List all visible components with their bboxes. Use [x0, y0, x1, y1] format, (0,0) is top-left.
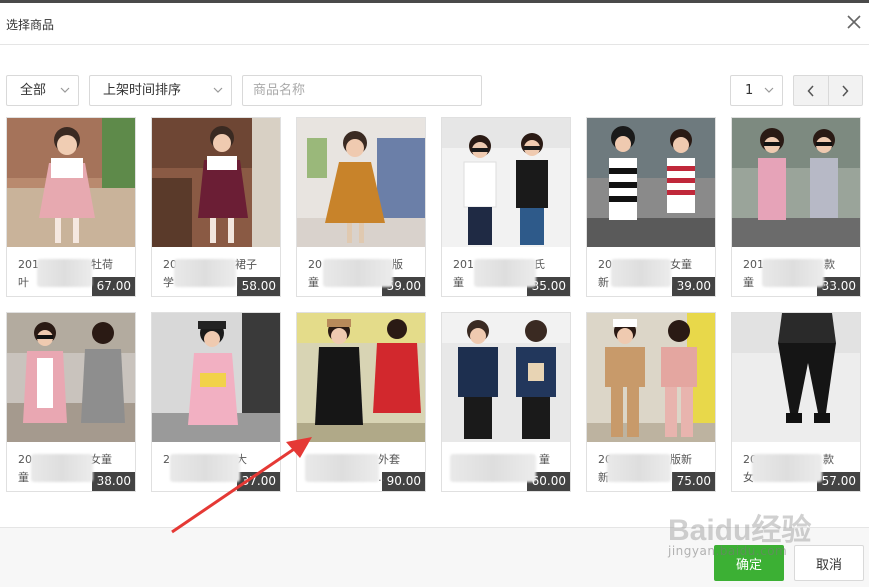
product-image — [7, 313, 135, 442]
product-card[interactable]: 67.00 201 牡荷 叶… — [6, 117, 136, 297]
redacted-text — [37, 259, 92, 287]
redacted-text — [174, 259, 236, 287]
product-image — [152, 313, 280, 442]
dialog-title: 选择商品 — [6, 18, 55, 32]
product-card[interactable]: 90.00 外套 … — [296, 312, 426, 492]
product-card[interactable]: 60.00 童 — [441, 312, 571, 492]
watermark-url: jingyan.baidu.com — [668, 544, 788, 558]
redacted-text — [450, 454, 536, 482]
product-card[interactable]: 39.00 20 女童 新… — [586, 117, 716, 297]
redacted-text — [752, 454, 822, 482]
product-card[interactable]: 38.00 20 女童 童… — [6, 312, 136, 492]
product-image — [587, 313, 715, 442]
redacted-text — [31, 454, 93, 482]
chevron-left-icon — [807, 84, 814, 97]
redacted-text — [611, 259, 671, 287]
cancel-button[interactable]: 取消 — [794, 545, 864, 581]
redacted-text — [607, 454, 671, 482]
sort-select[interactable]: 上架时间排序 — [89, 75, 232, 106]
product-card[interactable]: 37.00 2大 — [151, 312, 281, 492]
sort-select-value: 上架时间排序 — [103, 83, 182, 98]
product-name-search-input[interactable] — [242, 75, 482, 106]
product-image — [732, 118, 860, 247]
close-icon[interactable] — [846, 14, 862, 30]
product-image — [297, 313, 425, 442]
chevron-down-icon — [60, 87, 70, 93]
redacted-text — [170, 454, 240, 482]
product-image — [732, 313, 860, 442]
product-card[interactable]: 59.00 20 版 童… — [296, 117, 426, 297]
product-card[interactable]: 58.00 20 裙子 学… — [151, 117, 281, 297]
chevron-down-icon — [213, 87, 223, 93]
product-image — [442, 118, 570, 247]
redacted-text — [305, 454, 379, 482]
dialog-header: 选择商品 — [0, 3, 869, 45]
redacted-text — [474, 259, 536, 287]
product-card[interactable]: 57.00 20 款 女… — [731, 312, 861, 492]
product-image — [152, 118, 280, 247]
product-card[interactable]: 35.00 201 氏 童… — [441, 117, 571, 297]
redacted-text — [323, 259, 393, 287]
product-image — [587, 118, 715, 247]
chevron-down-icon — [764, 87, 774, 93]
product-image — [442, 313, 570, 442]
product-card[interactable]: 33.00 201 款 童… — [731, 117, 861, 297]
redacted-text — [762, 259, 824, 287]
product-image — [297, 118, 425, 247]
page-select-value: 1 — [745, 83, 754, 98]
filter-toolbar: 全部 上架时间排序 1 — [0, 75, 869, 107]
product-image — [7, 118, 135, 247]
category-select-value: 全部 — [20, 83, 47, 98]
next-page-button[interactable] — [829, 76, 863, 105]
product-card[interactable]: 75.00 20 版新 新… — [586, 312, 716, 492]
prev-page-button[interactable] — [794, 76, 829, 105]
page-select[interactable]: 1 — [730, 75, 783, 106]
chevron-right-icon — [842, 84, 849, 97]
category-select[interactable]: 全部 — [6, 75, 79, 106]
pager — [793, 75, 863, 106]
